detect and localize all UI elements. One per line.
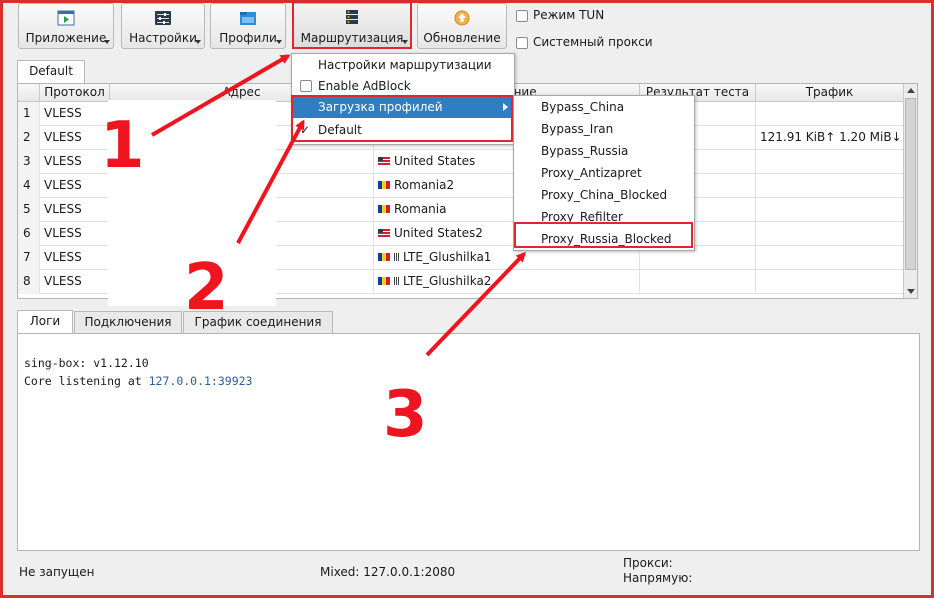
status-mixed-port: Mixed: 127.0.0.1:2080 — [320, 565, 456, 579]
status-proxy-label: Прокси: — [623, 556, 673, 570]
annotation-step-3: 3 — [383, 378, 428, 452]
annotation-step-1: 1 — [100, 109, 145, 183]
status-direct-label: Напрямую: — [623, 571, 693, 585]
arrow-1 — [150, 54, 291, 137]
arrow-2 — [236, 119, 305, 244]
status-state: Не запущен — [19, 565, 95, 579]
arrow-3 — [425, 251, 527, 357]
annotation-step-2: 2 — [184, 251, 229, 325]
annotation-arrows — [150, 54, 527, 357]
